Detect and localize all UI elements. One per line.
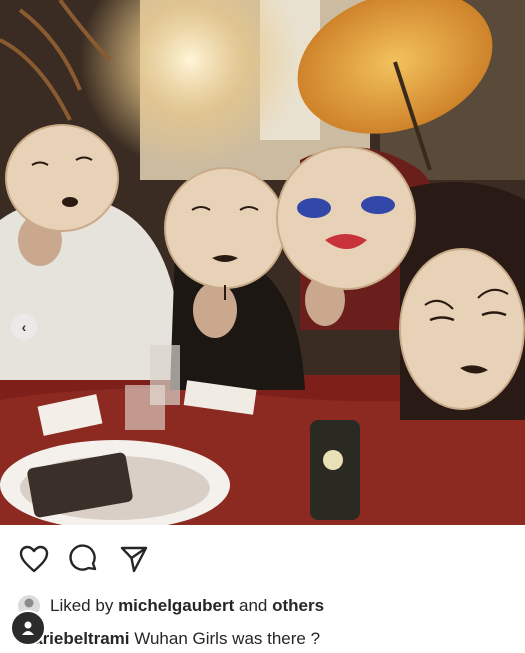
carousel-prev-button[interactable]: ‹ — [11, 314, 37, 340]
post-actions — [16, 541, 152, 577]
likes-others[interactable]: others — [272, 596, 324, 616]
share-button[interactable] — [116, 541, 152, 577]
comment-icon — [69, 544, 97, 571]
person-icon — [22, 621, 34, 635]
comment-button[interactable] — [66, 541, 102, 577]
photo-scene — [0, 0, 525, 525]
caption-text: Wuhan Girls was there ? — [134, 629, 321, 648]
heart-icon — [19, 545, 49, 573]
post-photo[interactable]: ‹ — [0, 0, 525, 525]
likes-joiner: and — [239, 596, 268, 615]
post-caption: mariebeltrami Wuhan Girls was there ? — [18, 629, 320, 649]
profile-button[interactable] — [10, 610, 46, 646]
send-icon — [120, 546, 148, 573]
like-button[interactable] — [16, 541, 52, 577]
liker-username[interactable]: michelgaubert — [118, 596, 234, 616]
likes-summary: Liked by michelgaubert and others — [18, 594, 324, 618]
likes-prefix: Liked by — [50, 596, 114, 615]
